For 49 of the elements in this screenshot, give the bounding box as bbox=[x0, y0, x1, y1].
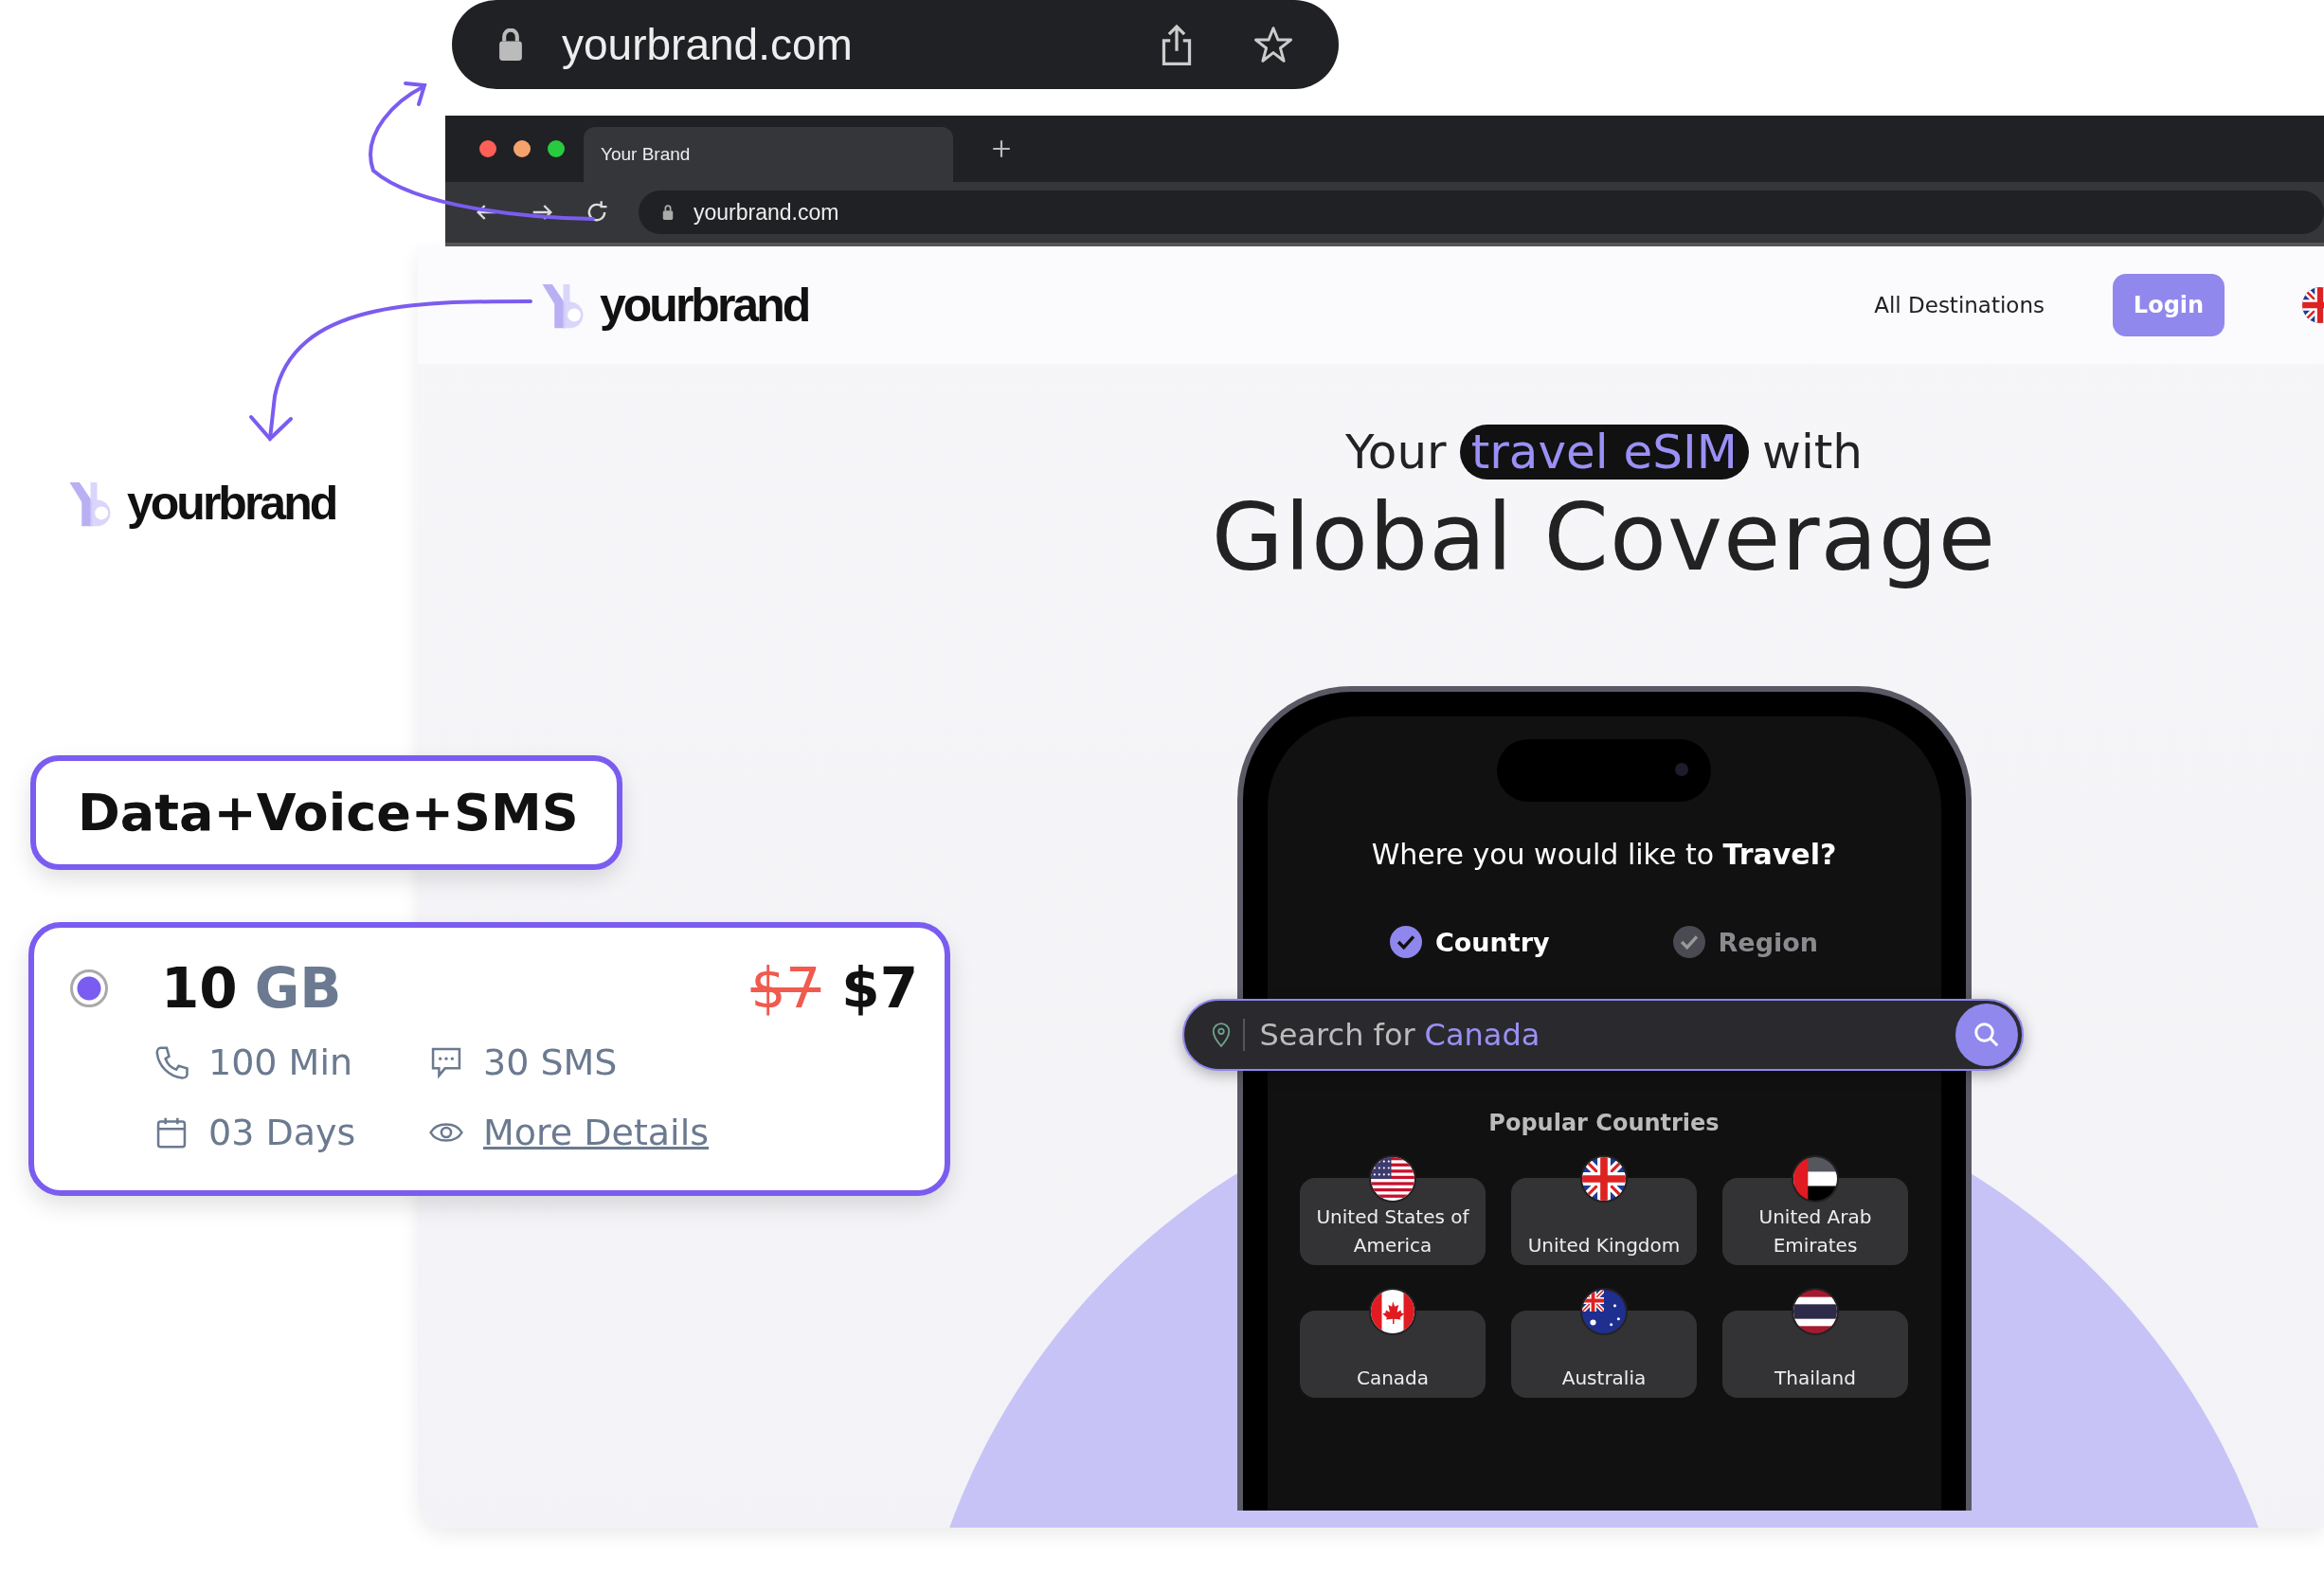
brand-logo[interactable]: yourbrand bbox=[539, 278, 809, 333]
validity-text: 03 Days bbox=[208, 1112, 356, 1153]
url-text: yourbrand.com bbox=[562, 19, 853, 70]
highlight-pill: travel eSIM bbox=[1459, 425, 1749, 480]
minutes-text: 100 Min bbox=[208, 1041, 353, 1083]
new-tab-icon[interactable] bbox=[991, 138, 1012, 159]
option-tab[interactable]: Region bbox=[1672, 926, 1819, 958]
option-tab[interactable]: Country bbox=[1389, 926, 1550, 958]
country-card[interactable]: United Kingdom bbox=[1511, 1178, 1697, 1265]
search-button[interactable] bbox=[1955, 1004, 2018, 1066]
data-amount: 10 bbox=[161, 956, 238, 1021]
maximize-window-icon[interactable] bbox=[548, 140, 565, 157]
price: $7 bbox=[841, 956, 918, 1021]
hero-headline: Global Coverage bbox=[1211, 483, 1997, 591]
check-icon bbox=[1672, 926, 1705, 958]
flag-icon bbox=[1369, 1155, 1416, 1203]
flag-icon bbox=[1792, 1155, 1839, 1203]
flag-icon bbox=[1580, 1288, 1628, 1335]
search-icon bbox=[1972, 1021, 2001, 1049]
brand-logo: yourbrand bbox=[66, 476, 336, 531]
lock-icon bbox=[497, 28, 524, 61]
location-pin-icon bbox=[1210, 1022, 1232, 1048]
section-title: Popular Countries bbox=[1488, 1110, 1720, 1136]
radio-button[interactable] bbox=[70, 969, 108, 1007]
plan-card[interactable]: 10 GB $7 $7 100 Min 30 SMS 03 Days More Details bbox=[28, 922, 950, 1196]
close-window-icon[interactable] bbox=[479, 140, 496, 157]
data-unit: GB bbox=[254, 956, 342, 1021]
old-price: $7 bbox=[750, 956, 821, 1021]
address-bar[interactable]: yourbrand.com bbox=[639, 190, 2324, 234]
country-card[interactable]: Thailand bbox=[1722, 1311, 1908, 1398]
country-card[interactable]: United States of America bbox=[1300, 1178, 1486, 1265]
flag-icon bbox=[1369, 1288, 1416, 1335]
hero-subtitle: Your bbox=[1344, 425, 1447, 480]
minimize-window-icon[interactable] bbox=[513, 140, 531, 157]
country-card[interactable]: Australia bbox=[1511, 1311, 1697, 1398]
question-text: Where you would like to Travel? bbox=[1371, 838, 1837, 871]
check-icon bbox=[1389, 926, 1422, 958]
more-details-link[interactable]: More Details bbox=[483, 1112, 710, 1153]
browser-tab[interactable]: Your Brand bbox=[584, 127, 953, 182]
phone-icon bbox=[153, 1044, 189, 1080]
flag-icon bbox=[1792, 1288, 1839, 1335]
nav-link[interactable]: All Destinations bbox=[1874, 293, 2045, 317]
sms-text: 30 SMS bbox=[483, 1041, 618, 1083]
hero-subtitle: with bbox=[1762, 425, 1864, 480]
plan-type-badge: Data+Voice+SMS bbox=[30, 755, 622, 870]
search-field[interactable]: Search for Canada bbox=[1181, 999, 2024, 1071]
flag-icon bbox=[1580, 1155, 1628, 1203]
country-card[interactable]: United Arab Emirates bbox=[1722, 1178, 1908, 1265]
country-card[interactable]: Canada bbox=[1300, 1311, 1486, 1398]
